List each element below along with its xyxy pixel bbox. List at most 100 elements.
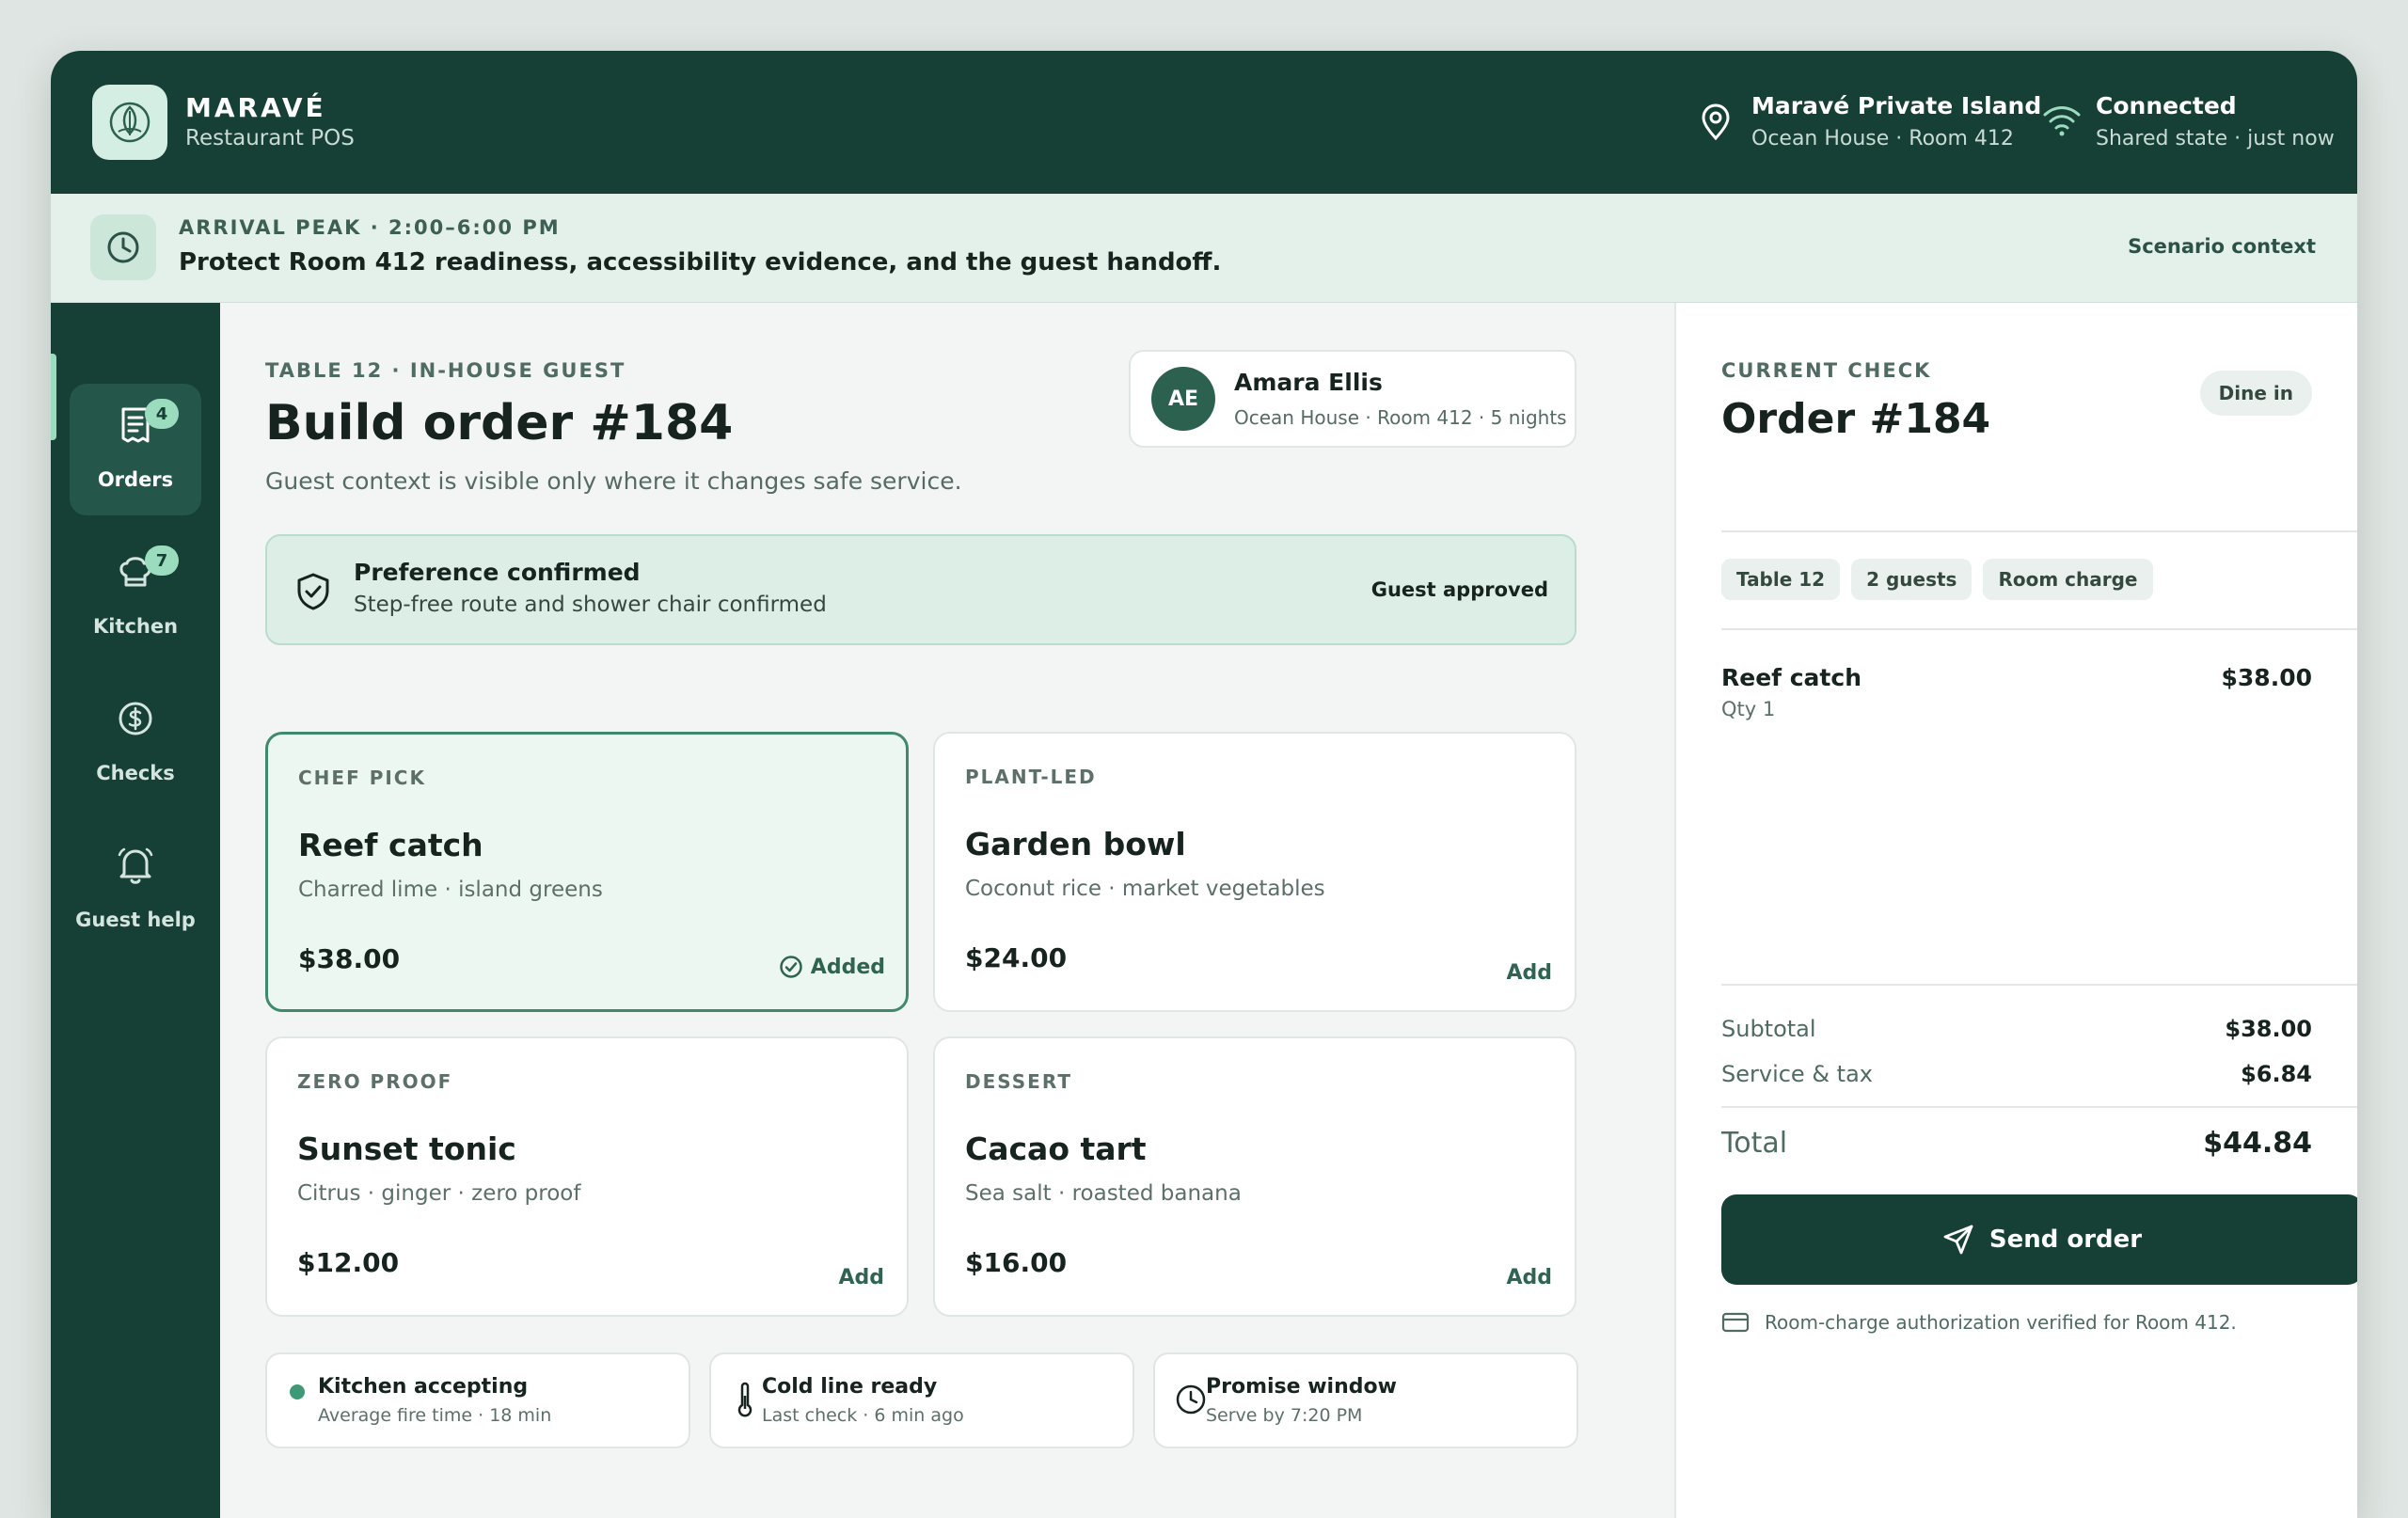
current-check-panel: CURRENT CHECK Order #184 Dine in Table 1… [1674, 303, 2357, 1518]
dollar-icon [119, 702, 152, 735]
menu-item-price: $24.00 [965, 942, 1068, 973]
check-title: Order #184 [1721, 395, 1991, 443]
status-detail: Serve by 7:20 PM [1206, 1405, 1363, 1426]
dine-in-badge[interactable]: Dine in [2199, 371, 2312, 416]
add-button[interactable]: Add [1506, 1266, 1552, 1289]
menu-item-desc: Sea salt · roasted banana [965, 1181, 1242, 1206]
connection-subtitle: Shared state · just now [2096, 127, 2335, 150]
send-icon [1943, 1225, 1973, 1255]
service-value: $6.84 [2241, 1061, 2312, 1087]
menu-item-price: $16.00 [965, 1247, 1068, 1278]
menu-card-cacao-tart[interactable]: DESSERT Cacao tart Sea salt · roasted ba… [933, 1036, 1576, 1317]
menu-item-price: $12.00 [297, 1247, 400, 1278]
top-bar: MARAVÉ Restaurant POS Maravé Private Isl… [51, 51, 2357, 194]
sidebar-item-label: Guest help [75, 909, 196, 931]
divider [1721, 530, 2357, 532]
sidebar-item-label: Checks [96, 762, 175, 784]
add-button[interactable]: Add [838, 1266, 884, 1289]
orders-badge: 4 [145, 399, 179, 429]
kitchen-badge: 7 [145, 546, 179, 576]
status-promise-window: Promise window Serve by 7:20 PM [1153, 1352, 1578, 1448]
leaf-logo-icon [109, 102, 150, 143]
shield-check-icon [297, 573, 329, 610]
divider [1721, 984, 2357, 986]
guest-detail: Ocean House · Room 412 · 5 nights [1234, 406, 1567, 429]
menu-item-desc: Charred lime · island greens [298, 878, 603, 902]
brand-name: MARAVÉ [185, 92, 326, 123]
status-cold-line: Cold line ready Last check · 6 min ago [709, 1352, 1134, 1448]
sidebar-item-guest-help[interactable]: Guest help [70, 824, 201, 956]
check-eyebrow: CURRENT CHECK [1721, 359, 1932, 382]
preference-status: Guest approved [1370, 578, 1548, 601]
total-value: $44.84 [2203, 1127, 2312, 1160]
brand-logo [92, 85, 167, 160]
menu-item-name: Garden bowl [965, 826, 1186, 862]
page-subtitle: Guest context is visible only where it c… [265, 467, 962, 495]
line-item-qty: Qty 1 [1721, 698, 1776, 720]
total-label: Total [1721, 1127, 1788, 1160]
sidebar-item-label: Kitchen [92, 615, 179, 638]
guest-name: Amara Ellis [1234, 369, 1383, 396]
sidebar: 4 Orders 7 Kitchen Checks Guest help [51, 303, 220, 1518]
subtotal-value: $38.00 [2225, 1016, 2312, 1042]
wifi-icon [2043, 106, 2081, 136]
app-window: MARAVÉ Restaurant POS Maravé Private Isl… [51, 51, 2357, 1518]
status-dot-icon [290, 1384, 305, 1399]
menu-item-desc: Coconut rice · market vegetables [965, 877, 1325, 901]
menu-item-name: Cacao tart [965, 1131, 1147, 1167]
credit-card-icon [1721, 1312, 1750, 1333]
menu-card-garden-bowl[interactable]: PLANT-LED Garden bowl Coconut rice · mar… [933, 732, 1576, 1012]
menu-card-sunset-tonic[interactable]: ZERO PROOF Sunset tonic Citrus · ginger … [265, 1036, 909, 1317]
scenario-text: Protect Room 412 readiness, accessibilit… [179, 248, 1222, 277]
menu-category: PLANT-LED [965, 766, 1097, 788]
status-title: Promise window [1206, 1375, 1397, 1399]
tag-table[interactable]: Table 12 [1721, 559, 1841, 600]
authorization-text: Room-charge authorization verified for R… [1765, 1311, 2237, 1334]
status-title: Cold line ready [762, 1375, 938, 1399]
preference-title: Preference confirmed [354, 559, 641, 586]
tag-guests[interactable]: 2 guests [1851, 559, 1972, 600]
active-indicator [51, 354, 56, 440]
location-info[interactable]: Maravé Private Island Ocean House · Room… [1751, 92, 2041, 150]
menu-category: CHEF PICK [298, 767, 426, 789]
thermometer-icon [737, 1382, 752, 1417]
divider [1721, 628, 2357, 630]
bell-icon [118, 847, 153, 884]
divider [1721, 1106, 2357, 1108]
clock-icon [1176, 1384, 1206, 1415]
scenario-banner: ARRIVAL PEAK · 2:00–6:00 PM Protect Room… [51, 194, 2357, 303]
page-title: Build order #184 [265, 395, 734, 451]
sidebar-item-orders[interactable]: 4 Orders [70, 384, 201, 515]
menu-item-price: $38.00 [298, 943, 401, 974]
status-detail: Last check · 6 min ago [762, 1405, 964, 1426]
preference-detail: Step-free route and shower chair confirm… [354, 593, 827, 617]
scenario-eyebrow: ARRIVAL PEAK · 2:00–6:00 PM [179, 216, 561, 239]
status-kitchen: Kitchen accepting Average fire time · 18… [265, 1352, 690, 1448]
menu-card-reef-catch[interactable]: CHEF PICK Reef catch Charred lime · isla… [265, 732, 909, 1012]
brand-subtitle: Restaurant POS [185, 126, 355, 150]
guest-card[interactable]: AE Amara Ellis Ocean House · Room 412 · … [1129, 350, 1576, 448]
status-title: Kitchen accepting [318, 1375, 529, 1399]
avatar: AE [1151, 367, 1215, 431]
connection-title: Connected [2096, 92, 2237, 119]
sidebar-item-checks[interactable]: Checks [70, 677, 201, 809]
location-subtitle: Ocean House · Room 412 [1751, 127, 2014, 150]
sidebar-item-label: Orders [97, 468, 174, 491]
tag-payment[interactable]: Room charge [1983, 559, 2153, 600]
map-pin-icon [1702, 103, 1730, 141]
menu-item-desc: Citrus · ginger · zero proof [297, 1181, 581, 1206]
clock-icon [90, 214, 156, 280]
preference-banner: Preference confirmed Step-free route and… [265, 534, 1576, 645]
send-order-label: Send order [1988, 1225, 2143, 1254]
line-item-name: Reef catch [1721, 664, 1861, 691]
added-indicator[interactable]: Added [779, 955, 885, 979]
scenario-context-link[interactable]: Scenario context [2128, 235, 2316, 258]
service-label: Service & tax [1721, 1061, 1873, 1087]
menu-category: ZERO PROOF [297, 1070, 453, 1093]
authorization-note: Room-charge authorization verified for R… [1721, 1311, 2237, 1334]
subtotal-label: Subtotal [1721, 1016, 1816, 1042]
sidebar-item-kitchen[interactable]: 7 Kitchen [70, 530, 201, 662]
menu-item-name: Reef catch [298, 827, 483, 863]
add-button[interactable]: Add [1506, 961, 1552, 985]
send-order-button[interactable]: Send order [1721, 1194, 2357, 1285]
